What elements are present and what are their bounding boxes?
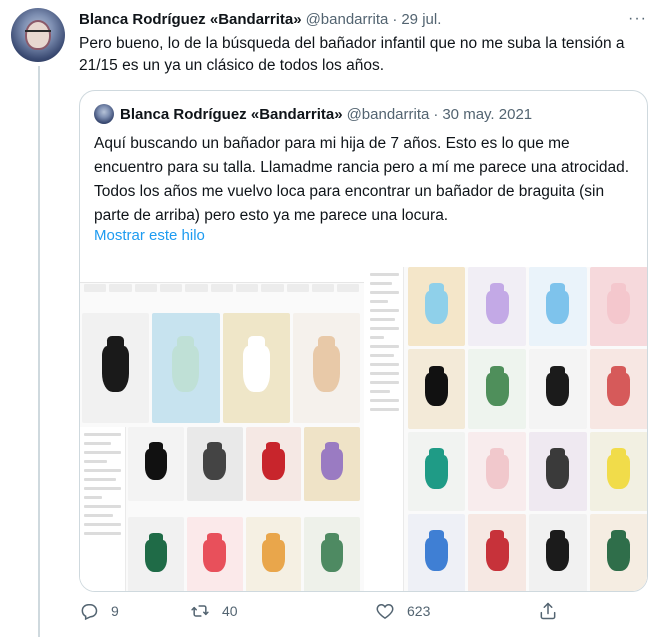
share-button[interactable] bbox=[538, 601, 570, 621]
filter-sidebar-left bbox=[80, 427, 126, 591]
product-tile bbox=[407, 513, 466, 591]
retweet-button[interactable]: 40 bbox=[190, 601, 238, 621]
media-grid bbox=[80, 267, 647, 591]
like-icon bbox=[376, 603, 394, 619]
product-tile bbox=[245, 427, 302, 501]
product-tile bbox=[589, 431, 647, 511]
product-tile bbox=[82, 313, 150, 423]
like-count: 623 bbox=[407, 603, 431, 619]
media-image-right[interactable] bbox=[365, 267, 647, 591]
product-tile bbox=[407, 431, 466, 511]
quoted-separator-dot: · bbox=[433, 105, 439, 123]
quoted-tweet-text: Aquí buscando un bañador para mi hija de… bbox=[94, 135, 630, 224]
product-tile bbox=[292, 313, 360, 423]
product-tile bbox=[529, 267, 587, 347]
thread-line bbox=[38, 66, 40, 637]
filter-sidebar-right bbox=[365, 267, 404, 591]
avatar[interactable] bbox=[11, 8, 65, 62]
product-row-3-left bbox=[128, 517, 360, 591]
avatar-glasses bbox=[25, 30, 51, 36]
product-tile bbox=[529, 513, 587, 591]
reply-count: 9 bbox=[111, 603, 119, 619]
tweet-actions: 9 40 623 bbox=[79, 600, 559, 622]
product-tile bbox=[468, 431, 526, 511]
product-tile bbox=[128, 427, 184, 501]
tweet-date[interactable]: 29 jul. bbox=[401, 11, 441, 28]
like-button[interactable]: 623 bbox=[375, 601, 430, 621]
author-handle[interactable]: @bandarrita bbox=[306, 11, 389, 28]
product-tile bbox=[304, 517, 360, 591]
product-tile bbox=[468, 267, 526, 347]
quoted-tweet-header: Blanca Rodríguez «Bandarrita» @bandarrit… bbox=[94, 103, 532, 125]
product-grid-right bbox=[407, 267, 647, 591]
reply-button[interactable]: 9 bbox=[79, 601, 119, 621]
product-tile bbox=[529, 349, 587, 429]
quoted-tweet[interactable]: Blanca Rodríguez «Bandarrita» @bandarrit… bbox=[79, 90, 648, 592]
separator-dot: · bbox=[392, 10, 398, 28]
product-row-1-left bbox=[82, 313, 360, 423]
shop-header-bar bbox=[80, 267, 364, 283]
product-tile bbox=[222, 313, 290, 423]
shop-category-tabs bbox=[80, 283, 364, 293]
quoted-avatar bbox=[94, 104, 114, 124]
share-icon bbox=[540, 602, 556, 620]
author-name[interactable]: Blanca Rodríguez «Bandarrita» bbox=[79, 11, 302, 28]
quoted-author-handle: @bandarrita bbox=[346, 105, 430, 123]
tweet-header: Blanca Rodríguez «Bandarrita» @bandarrit… bbox=[79, 9, 645, 29]
product-row-2-left bbox=[128, 427, 360, 501]
product-tile bbox=[186, 427, 243, 501]
media-image-left[interactable] bbox=[80, 267, 364, 591]
product-tile bbox=[407, 349, 466, 429]
retweet-icon bbox=[191, 605, 209, 617]
show-thread-link[interactable]: Mostrar este hilo bbox=[94, 227, 205, 244]
quoted-tweet-date: 30 may. 2021 bbox=[442, 105, 533, 123]
product-tile bbox=[589, 513, 647, 591]
product-tile bbox=[245, 517, 302, 591]
product-tile bbox=[304, 427, 360, 501]
retweet-count: 40 bbox=[222, 603, 238, 619]
tweet-text: Pero bueno, lo de la búsqueda del bañado… bbox=[79, 35, 625, 74]
product-tile bbox=[152, 313, 220, 423]
product-tile bbox=[468, 513, 526, 591]
product-tile bbox=[589, 349, 647, 429]
quoted-author-name: Blanca Rodríguez «Bandarrita» bbox=[120, 105, 343, 123]
product-tile bbox=[128, 517, 184, 591]
product-tile bbox=[468, 349, 526, 429]
product-tile bbox=[186, 517, 243, 591]
product-tile bbox=[589, 267, 647, 347]
reply-icon bbox=[81, 604, 98, 621]
more-options-icon[interactable]: ··· bbox=[628, 10, 647, 28]
product-tile bbox=[529, 431, 587, 511]
product-tile bbox=[407, 267, 466, 347]
